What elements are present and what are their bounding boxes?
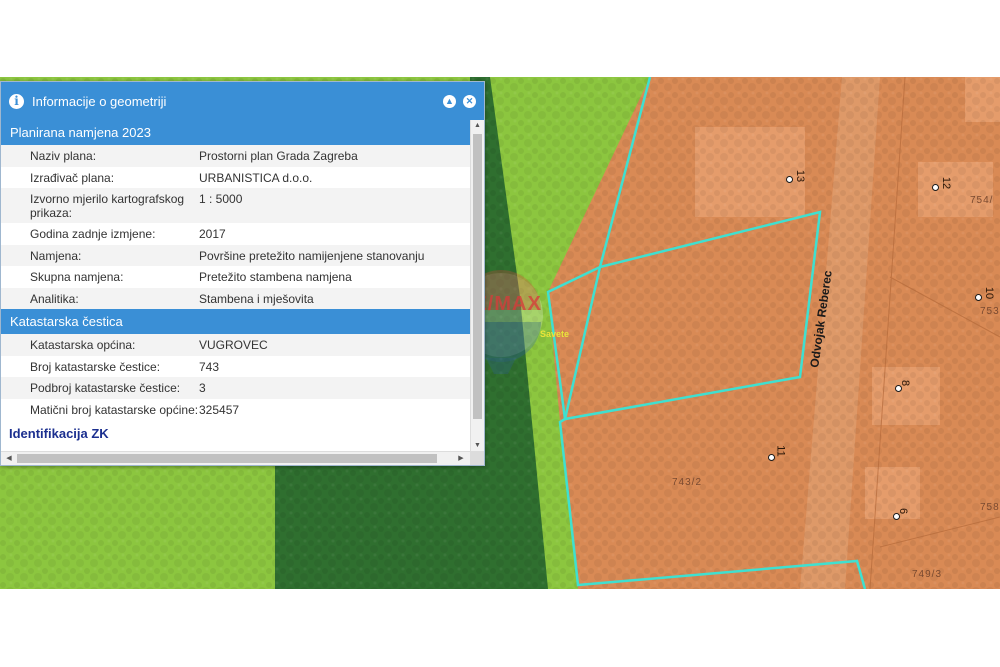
table-row: Analitika: Stambena i mješovita <box>1 287 471 309</box>
watermark-tagline: Savete <box>540 329 570 339</box>
panel-body[interactable]: Planirana namjena 2023 Naziv plana: Prost… <box>1 120 471 452</box>
table-row: Katastarska općina: VUGROVEC <box>1 334 471 356</box>
table-row: Namjena: Površine pretežito namijenjene s… <box>1 244 471 266</box>
row-value: URBANISTICA d.o.o. <box>199 170 313 185</box>
parcel-number-label: 753 <box>980 306 1000 317</box>
row-value: 743 <box>199 359 220 374</box>
close-icon[interactable]: ✕ <box>463 94 476 108</box>
parcel-number-label: 749/3 <box>912 569 943 580</box>
horizontal-scrollbar[interactable]: ◀ ▶ <box>1 451 471 465</box>
parcel-number-label: 743/2 <box>672 477 703 488</box>
address-point <box>768 454 775 461</box>
row-label: Namjena: <box>30 248 82 263</box>
row-label: Naziv plana: <box>30 149 97 163</box>
row-value: VUGROVEC <box>199 338 268 352</box>
table-row: Izrađivač plana: URBANISTICA d.o.o. <box>1 167 471 189</box>
scrollbar-corner <box>470 451 484 465</box>
address-point <box>932 184 939 191</box>
table-row: Naziv plana: Prostorni plan Grada Zagreba <box>1 145 471 167</box>
row-label: Izvorno mjerilo kartografskog prikaza: <box>30 192 185 220</box>
info-icon: i <box>9 93 24 109</box>
scrollbar-thumb[interactable] <box>473 134 482 419</box>
row-value: 3 <box>199 381 206 395</box>
row-value: Stambena i mješovita <box>199 291 314 306</box>
house-number-label: 10 <box>983 286 996 300</box>
row-label: Matični broj katastarske općine: <box>30 402 199 417</box>
panel-header: i Informacije o geometriji ▲ ✕ <box>1 82 484 120</box>
row-label: Katastarska općina: <box>30 338 136 352</box>
house-number-label: 13 <box>794 169 807 183</box>
chevron-up-icon[interactable]: ▲ <box>443 94 456 108</box>
address-point <box>786 176 793 183</box>
row-label: Godina zadnje izmjene: <box>30 227 156 241</box>
planned-use-table: Naziv plana: Prostorni plan Grada Zagreba… <box>1 145 471 309</box>
row-value: 1 : 5000 <box>199 192 243 206</box>
row-label: Izrađivač plana: <box>30 170 115 185</box>
row-label: Analitika: <box>30 291 79 306</box>
table-row: Godina zadnje izmjene: 2017 <box>1 223 471 245</box>
scroll-up-icon[interactable]: ▲ <box>471 120 484 132</box>
row-value: 2017 <box>199 227 226 241</box>
row-label: Skupna namjena: <box>30 270 124 284</box>
section-header-cadastral-parcel[interactable]: Katastarska čestica <box>1 309 471 334</box>
geometry-info-panel: i Informacije o geometriji ▲ ✕ Planirana… <box>0 81 485 466</box>
scrollbar-thumb[interactable] <box>17 454 437 463</box>
row-label: Podbroj katastarske čestice: <box>30 381 181 395</box>
cadastral-parcel-table: Katastarska općina: VUGROVEC Broj katasta… <box>1 334 471 420</box>
land-registry-identification-link[interactable]: Identifikacija ZK <box>1 420 471 441</box>
section-header-planned-use[interactable]: Planirana namjena 2023 <box>1 120 471 145</box>
scroll-right-icon[interactable]: ▶ <box>455 452 467 465</box>
table-row: Matični broj katastarske općine: 325457 <box>1 399 471 421</box>
row-value: 325457 <box>199 402 240 417</box>
row-value: Prostorni plan Grada Zagreba <box>199 149 358 163</box>
address-point <box>893 513 900 520</box>
panel-title: Informacije o geometriji <box>32 93 167 109</box>
row-value: Pretežito stambena namjena <box>199 270 352 284</box>
table-row: Izvorno mjerilo kartografskog prikaza: 1 … <box>1 188 471 223</box>
address-point <box>975 294 982 301</box>
house-number-label: 12 <box>940 176 953 190</box>
table-row: Broj katastarske čestice: 743 <box>1 356 471 378</box>
table-row: Skupna namjena: Pretežito stambena namjen… <box>1 266 471 288</box>
address-point <box>895 385 902 392</box>
scroll-left-icon[interactable]: ◀ <box>3 452 15 465</box>
parcel-number-label: 758 <box>980 502 1000 513</box>
row-label: Broj katastarske čestice: <box>30 359 161 374</box>
vertical-scrollbar[interactable]: ▲ ▼ <box>470 120 484 452</box>
row-value: Površine pretežito namijenjene stanovanj… <box>199 248 425 263</box>
table-row: Podbroj katastarske čestice: 3 <box>1 377 471 399</box>
house-number-label: 11 <box>774 445 787 457</box>
parcel-number-label: 754/ <box>970 195 994 206</box>
